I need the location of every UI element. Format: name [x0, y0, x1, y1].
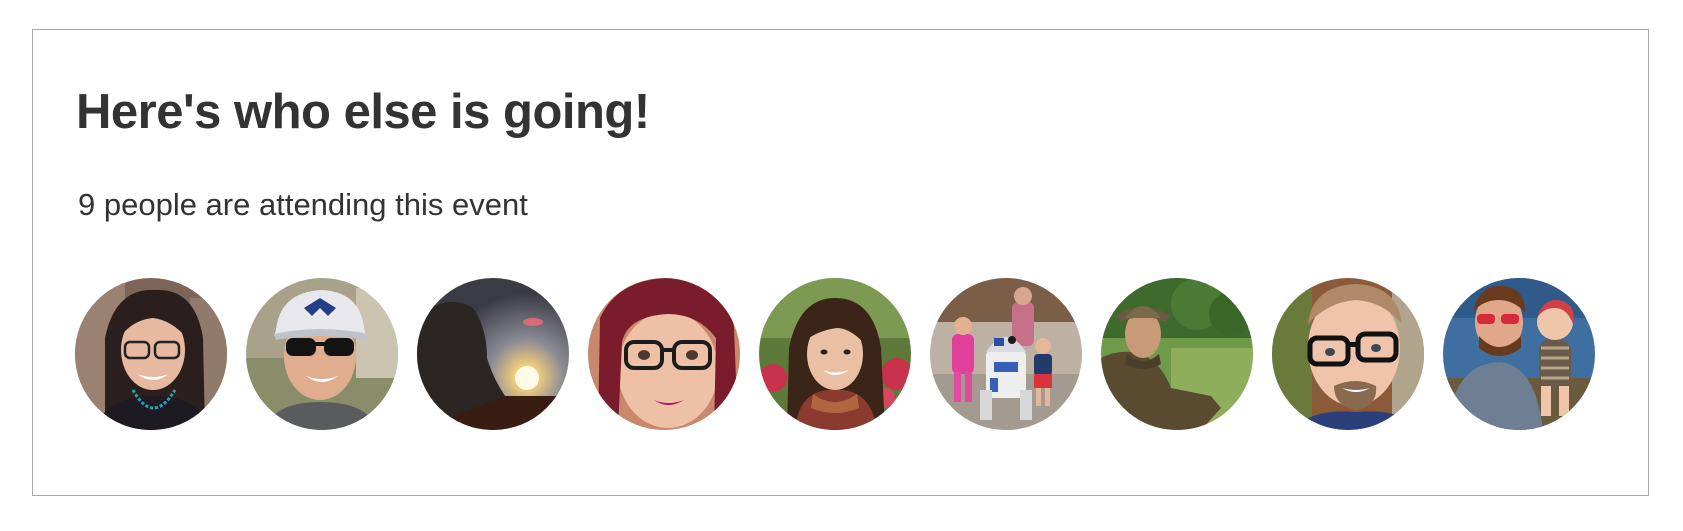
section-heading: Here's who else is going!	[76, 85, 650, 139]
avatar-photo	[246, 278, 398, 430]
attendee-count-text: 9 people are attending this event	[78, 187, 528, 222]
attendee-avatar[interactable]	[75, 278, 227, 430]
attendee-avatar-list	[75, 278, 1595, 430]
avatar-photo	[588, 278, 740, 430]
attendee-avatar[interactable]	[1101, 278, 1253, 430]
avatar-photo	[930, 278, 1082, 430]
avatar-photo	[759, 278, 911, 430]
attendee-avatar[interactable]	[417, 278, 569, 430]
avatar-photo	[1272, 278, 1424, 430]
attendee-avatar[interactable]	[759, 278, 911, 430]
attendee-avatar[interactable]	[1443, 278, 1595, 430]
attendee-avatar[interactable]	[1272, 278, 1424, 430]
avatar-photo	[417, 278, 569, 430]
attendee-avatar[interactable]	[588, 278, 740, 430]
attendee-avatar[interactable]	[930, 278, 1082, 430]
attendees-card: Here's who else is going! 9 people are a…	[32, 29, 1649, 496]
avatar-photo	[1101, 278, 1253, 430]
attendee-avatar[interactable]	[246, 278, 398, 430]
avatar-photo	[1443, 278, 1595, 430]
avatar-photo	[75, 278, 227, 430]
